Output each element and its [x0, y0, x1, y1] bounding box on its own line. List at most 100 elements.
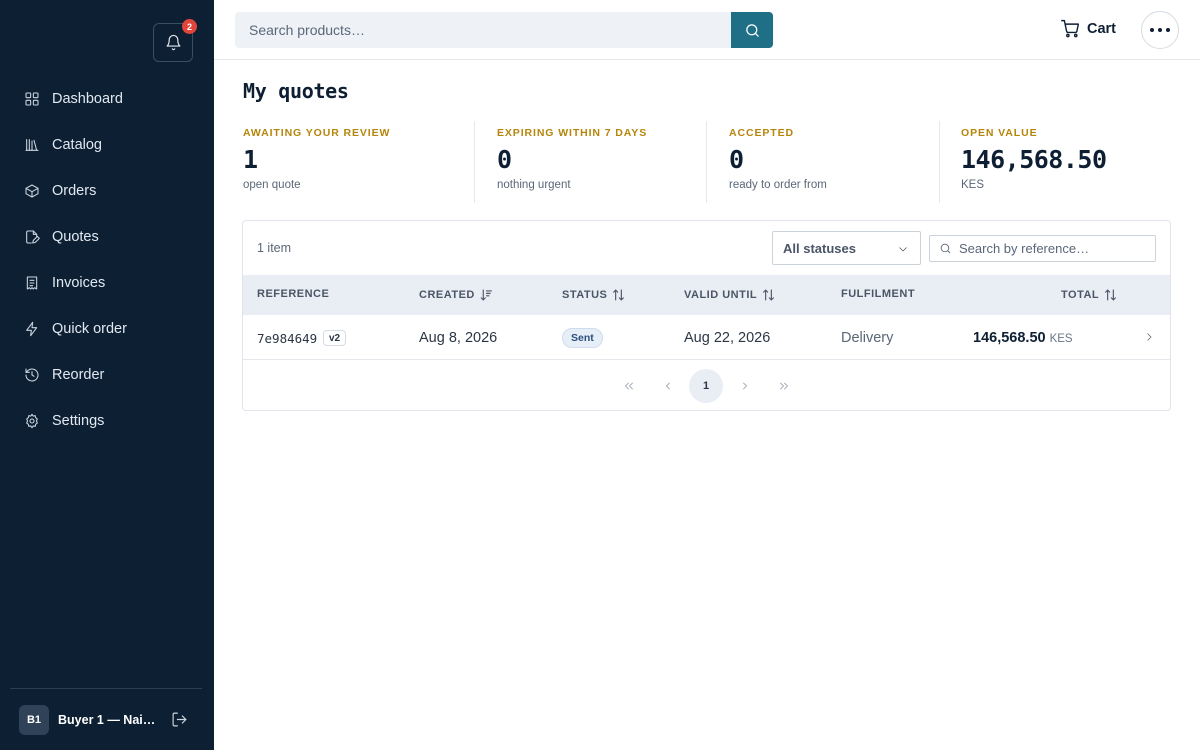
column-label: FULFILMENT: [841, 288, 916, 300]
reference-search-input[interactable]: [959, 241, 1149, 256]
created-date: Aug 8, 2026: [419, 330, 498, 346]
sidebar-item-quick-order[interactable]: Quick order: [0, 306, 214, 352]
search-input[interactable]: [235, 12, 731, 48]
cart-button[interactable]: Cart: [1060, 18, 1116, 39]
stats-row: AWAITING YOUR REVIEW 1 open quote EXPIRI…: [243, 121, 1171, 203]
stat-awaiting-review: AWAITING YOUR REVIEW 1 open quote: [243, 121, 475, 203]
history-icon: [24, 367, 40, 383]
column-label: REFERENCE: [257, 288, 330, 300]
page-title: My quotes: [243, 79, 349, 103]
table-header: REFERENCE CREATED STATUS VALID UNTIL FUL…: [243, 275, 1170, 315]
column-fulfilment: FULFILMENT: [841, 288, 915, 300]
stat-value: 0: [729, 145, 744, 174]
sort-icon: [1105, 289, 1117, 301]
table-row[interactable]: 7e984649 v2 Aug 8, 2026 Sent Aug 22, 202…: [243, 315, 1170, 360]
sidebar-item-label: Quotes: [52, 229, 99, 245]
table-toolbar: 1 item All statuses: [243, 221, 1170, 275]
sidebar-item-reorder[interactable]: Reorder: [0, 352, 214, 398]
stat-label: OPEN VALUE: [961, 127, 1038, 139]
stat-label: AWAITING YOUR REVIEW: [243, 127, 391, 139]
pagination: 1: [243, 361, 1170, 411]
stat-sub: KES: [961, 179, 985, 191]
sidebar-item-invoices[interactable]: Invoices: [0, 260, 214, 306]
first-page-button[interactable]: [612, 369, 646, 403]
logout-icon: [172, 712, 186, 727]
column-label: VALID UNTIL: [684, 289, 758, 301]
chevron-right-icon: [743, 382, 747, 390]
chevron-down-icon: [899, 247, 907, 252]
box-icon: [24, 183, 40, 199]
status-badge: Sent: [562, 328, 603, 348]
sidebar-item-label: Invoices: [52, 275, 106, 291]
item-count: 1 item: [257, 241, 292, 255]
stat-value: 146,568.50: [961, 145, 1107, 174]
bolt-icon: [24, 321, 40, 337]
stat-label: ACCEPTED: [729, 127, 794, 139]
quote-reference: 7e984649: [257, 331, 318, 346]
books-icon: [24, 137, 40, 153]
cart-icon: [1061, 19, 1080, 38]
sidebar-item-label: Orders: [52, 183, 97, 199]
stat-label: EXPIRING WITHIN 7 DAYS: [497, 127, 648, 139]
column-created[interactable]: CREATED: [419, 288, 493, 302]
sort-descending-icon: [480, 289, 492, 301]
sidebar-item-quotes[interactable]: Quotes: [0, 214, 214, 260]
sidebar-item-label: Reorder: [52, 367, 105, 383]
sort-icon: [763, 289, 775, 301]
cart-label: Cart: [1087, 20, 1117, 37]
stat-open-value: OPEN VALUE 146,568.50 KES: [940, 121, 1171, 203]
logout-button[interactable]: [170, 711, 188, 729]
chevron-right-icon: [1143, 330, 1157, 344]
sidebar-item-settings[interactable]: Settings: [0, 398, 214, 444]
search-icon: [745, 23, 759, 37]
valid-until-date: Aug 22, 2026: [684, 330, 771, 346]
notification-count-badge: 2: [182, 19, 197, 34]
stat-sub: nothing urgent: [497, 179, 571, 191]
sidebar-item-label: Settings: [52, 413, 105, 429]
column-status[interactable]: STATUS: [562, 288, 625, 302]
reference-search: [929, 235, 1156, 262]
sidebar-nav: Dashboard Catalog Orders Quotes Invoices…: [0, 76, 214, 444]
search-button[interactable]: [731, 12, 773, 48]
total-amount: 146,568.50: [973, 330, 1046, 346]
previous-page-button[interactable]: [651, 369, 685, 403]
quote-total: 146,568.50 KES: [973, 330, 1073, 346]
last-page-button[interactable]: [767, 369, 801, 403]
stat-value: 1: [243, 145, 258, 174]
invoice-icon: [24, 275, 40, 291]
page-1-button[interactable]: 1: [689, 369, 723, 403]
quote-icon: [24, 229, 40, 245]
sidebar-item-catalog[interactable]: Catalog: [0, 122, 214, 168]
total-currency: KES: [1049, 333, 1073, 345]
column-total[interactable]: TOTAL: [1061, 288, 1117, 302]
sidebar-item-label: Catalog: [52, 137, 102, 153]
status-filter-value: All statuses: [783, 240, 856, 256]
stat-sub: ready to order from: [729, 179, 827, 191]
sort-icon: [613, 289, 625, 301]
sidebar: 2 Dashboard Catalog Orders Quotes Invoic…: [0, 0, 214, 750]
notifications-button[interactable]: 2: [153, 19, 197, 62]
more-dots-icon: [1150, 28, 1154, 32]
quotes-table-panel: 1 item All statuses REFERENCE CREATED ST…: [242, 220, 1171, 411]
search-icon: [940, 243, 951, 254]
chevrons-left-icon: [625, 382, 633, 390]
sidebar-item-label: Quick order: [52, 321, 127, 337]
column-label: CREATED: [419, 289, 475, 301]
next-page-button[interactable]: [728, 369, 762, 403]
stat-expiring: EXPIRING WITHIN 7 DAYS 0 nothing urgent: [475, 121, 707, 203]
column-valid-until[interactable]: VALID UNTIL: [684, 288, 775, 302]
chevron-left-icon: [666, 382, 670, 390]
status-filter-select[interactable]: All statuses: [772, 231, 921, 265]
stat-accepted: ACCEPTED 0 ready to order from: [707, 121, 940, 203]
stat-sub: open quote: [243, 179, 301, 191]
sidebar-item-orders[interactable]: Orders: [0, 168, 214, 214]
column-label: STATUS: [562, 289, 608, 301]
avatar[interactable]: B1: [19, 704, 49, 735]
topbar: Cart: [214, 0, 1200, 60]
sidebar-item-dashboard[interactable]: Dashboard: [0, 76, 214, 122]
more-options-button[interactable]: [1141, 11, 1179, 49]
fulfilment-method: Delivery: [841, 330, 894, 346]
sidebar-item-label: Dashboard: [52, 91, 123, 107]
user-name: Buyer 1 — Nairobi: [58, 712, 160, 727]
grid-icon: [24, 91, 40, 107]
